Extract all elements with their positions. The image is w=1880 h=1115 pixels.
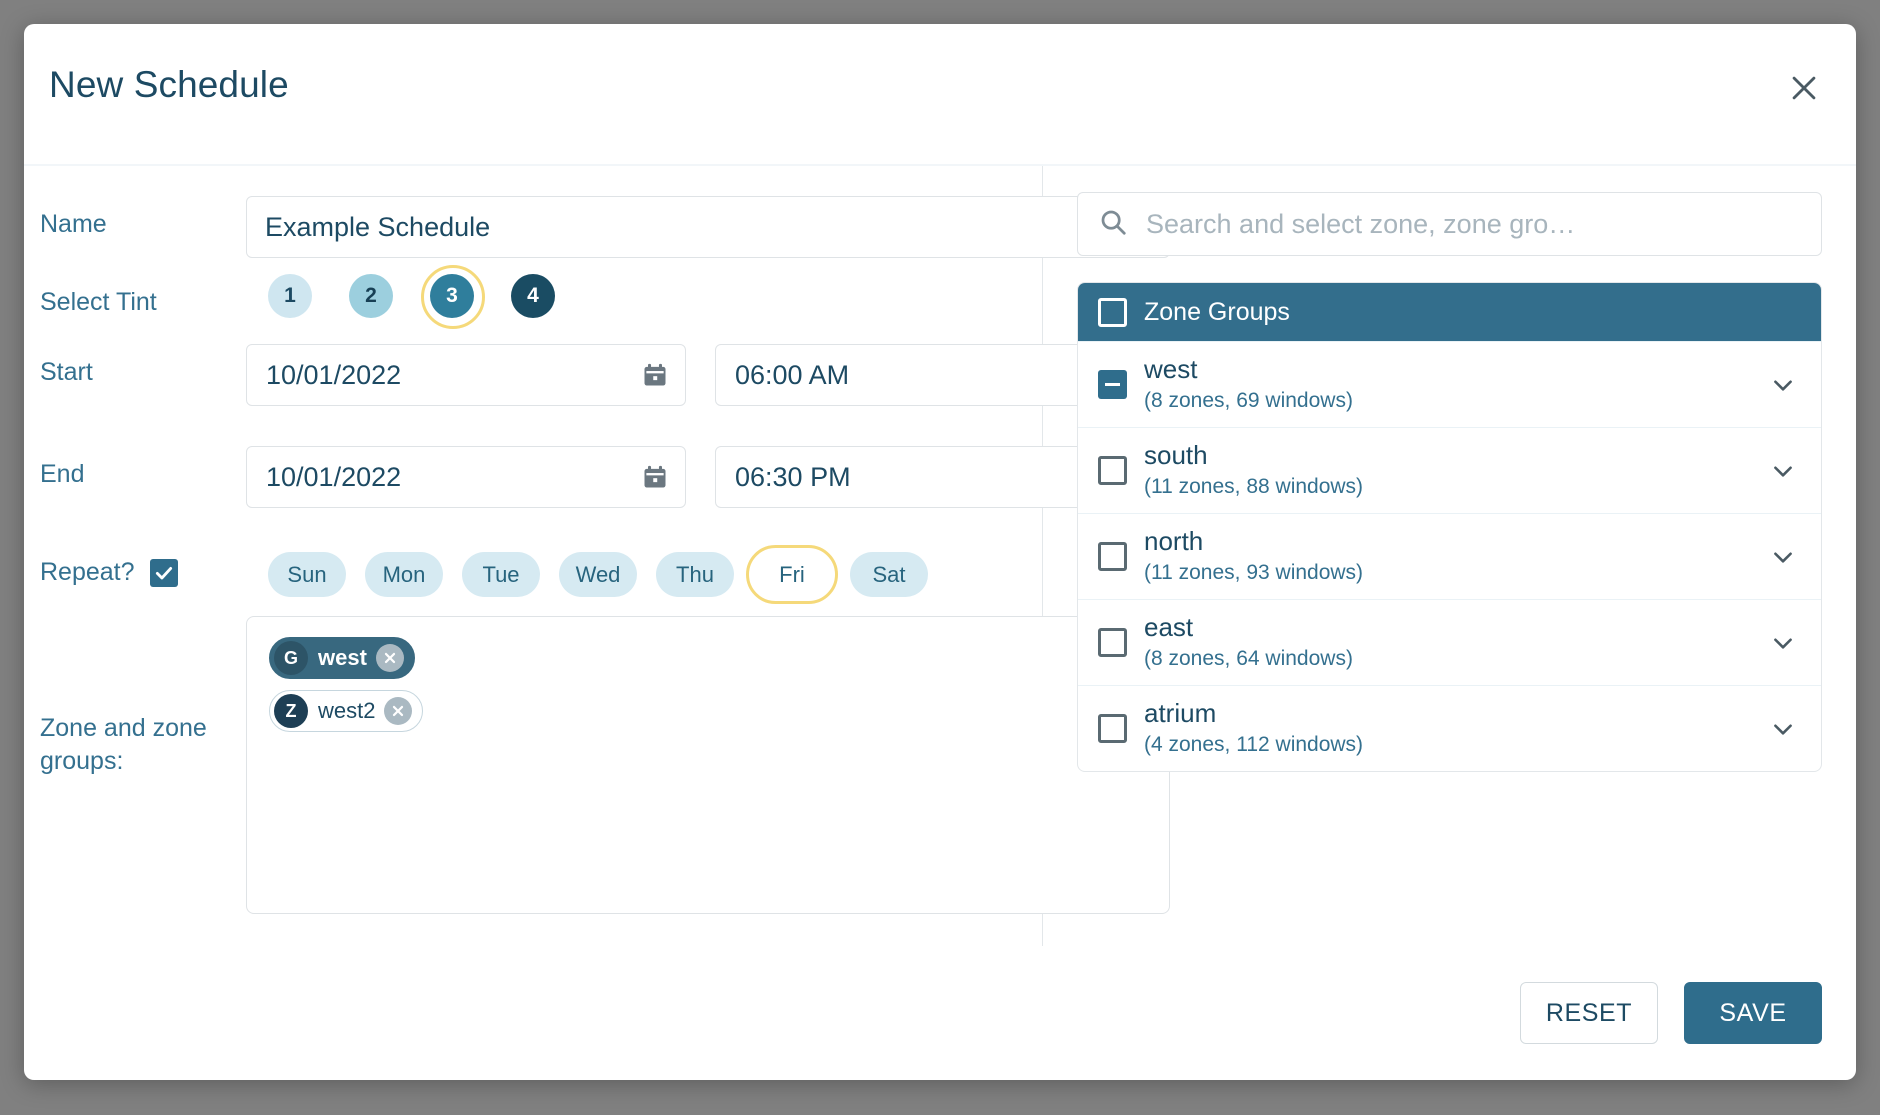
tint-options: 1 2 3 4: [246, 265, 555, 329]
calendar-icon[interactable]: [639, 359, 671, 391]
select-all-checkbox[interactable]: [1098, 297, 1127, 327]
zone-group-counts: (11 zones, 88 windows): [1144, 475, 1364, 499]
tint-option-4[interactable]: 4: [511, 274, 555, 318]
end-label: End: [40, 460, 85, 488]
chevron-down-icon[interactable]: [1765, 453, 1801, 489]
field-row-zones: Zone and zone groups: G west Z west2: [40, 616, 1170, 914]
zone-group-counts: (8 zones, 64 windows): [1144, 647, 1353, 671]
name-label: Name: [40, 210, 107, 238]
zone-group-counts: (11 zones, 93 windows): [1144, 561, 1364, 585]
day-chip-fri[interactable]: Fri: [746, 545, 838, 604]
zone-group-name: east: [1144, 612, 1194, 643]
selected-zones-box[interactable]: G west Z west2: [246, 616, 1170, 914]
zone-group-name: west: [1144, 354, 1198, 385]
calendar-icon[interactable]: [639, 461, 671, 493]
search-input[interactable]: [1128, 208, 1821, 240]
field-row-end: End 10/01/2022 06:30 PM: [40, 446, 1155, 508]
tree-row-atrium[interactable]: atrium (4 zones, 112 windows): [1078, 685, 1821, 771]
page-title: New Schedule: [49, 64, 289, 105]
tree-row-east[interactable]: east (8 zones, 64 windows): [1078, 599, 1821, 685]
chevron-down-icon[interactable]: [1765, 711, 1801, 747]
close-button[interactable]: [1780, 64, 1828, 112]
field-row-start: Start 10/01/2022 06:00 AM: [40, 344, 1155, 406]
start-label: Start: [40, 358, 93, 386]
close-icon: [1787, 71, 1821, 105]
end-date-field[interactable]: 10/01/2022: [246, 446, 686, 508]
tree-header-label: Zone Groups: [1144, 297, 1290, 326]
zone-group-counts: (8 zones, 69 windows): [1144, 389, 1353, 413]
repeat-days: Sun Mon Tue Wed Thu Fri Sat: [246, 545, 928, 604]
zones-label: Zone and zone groups:: [40, 714, 207, 775]
tree-row-north[interactable]: north (11 zones, 93 windows): [1078, 513, 1821, 599]
select-tint-label: Select Tint: [40, 288, 157, 316]
name-input[interactable]: [246, 196, 1170, 258]
tint-option-3[interactable]: 3: [421, 265, 485, 329]
zone-group-checkbox[interactable]: [1098, 714, 1127, 743]
tree-header[interactable]: Zone Groups: [1078, 283, 1821, 341]
start-time-value: 06:00 AM: [735, 359, 850, 390]
chevron-down-icon[interactable]: [1765, 625, 1801, 661]
dialog-header: New Schedule: [24, 24, 1856, 166]
tree-row-south[interactable]: south (11 zones, 88 windows): [1078, 427, 1821, 513]
end-time-value: 06:30 PM: [735, 461, 851, 492]
tree-row-west[interactable]: west (8 zones, 69 windows): [1078, 341, 1821, 427]
zone-group-checkbox[interactable]: [1098, 628, 1127, 657]
field-row-name: Name: [40, 196, 1170, 258]
chip-label: west2: [318, 698, 376, 723]
tint-option-1[interactable]: 1: [268, 274, 312, 318]
reset-button[interactable]: RESET: [1520, 982, 1658, 1044]
tint-option-2[interactable]: 2: [349, 274, 393, 318]
zone-chip-west2[interactable]: Z west2: [269, 690, 424, 732]
repeat-label-group: Repeat?: [40, 548, 246, 589]
new-schedule-dialog: New Schedule Name Select Tint: [24, 24, 1856, 1080]
end-date-value: 10/01/2022: [266, 461, 402, 492]
zone-groups-tree: Zone Groups west (8 zones, 69 windows) s…: [1077, 282, 1822, 772]
chip-avatar-zone: Z: [274, 694, 308, 728]
field-row-tint: Select Tint 1 2 3 4: [40, 265, 1026, 329]
repeat-label: Repeat?: [40, 558, 135, 586]
zone-group-checkbox[interactable]: [1098, 456, 1127, 485]
day-chip-thu[interactable]: Thu: [656, 552, 734, 597]
day-chip-mon[interactable]: Mon: [365, 552, 443, 597]
zone-group-counts: (4 zones, 112 windows): [1144, 733, 1364, 757]
day-chip-wed[interactable]: Wed: [559, 552, 637, 597]
chevron-down-icon[interactable]: [1765, 367, 1801, 403]
chevron-down-icon[interactable]: [1765, 539, 1801, 575]
zone-selection-panel: Zone Groups west (8 zones, 69 windows): [1043, 166, 1856, 946]
field-row-repeat: Repeat? Sun Mon Tue Wed Thu Fri Sat: [40, 545, 1026, 604]
dialog-body: Name Select Tint 1 2 3 4: [24, 166, 1856, 946]
search-icon: [1098, 207, 1128, 242]
zone-group-name: atrium: [1144, 698, 1217, 729]
search-box[interactable]: [1077, 192, 1822, 256]
schedule-form: Name Select Tint 1 2 3 4: [24, 166, 1170, 946]
start-date-value: 10/01/2022: [266, 359, 402, 390]
zone-group-checkbox[interactable]: [1098, 542, 1127, 571]
day-chip-sun[interactable]: Sun: [268, 552, 346, 597]
chip-avatar-group: G: [274, 641, 308, 675]
day-chip-tue[interactable]: Tue: [462, 552, 540, 597]
zone-group-name: south: [1144, 440, 1208, 471]
zone-group-name: north: [1144, 526, 1204, 557]
remove-chip-icon[interactable]: [384, 697, 413, 725]
remove-chip-icon[interactable]: [375, 644, 404, 672]
repeat-checkbox[interactable]: [149, 558, 178, 587]
dialog-footer: RESET SAVE: [24, 946, 1856, 1080]
zone-group-checkbox[interactable]: [1098, 370, 1127, 399]
start-date-field[interactable]: 10/01/2022: [246, 344, 686, 406]
chip-label: west: [318, 645, 367, 670]
save-button[interactable]: SAVE: [1684, 982, 1822, 1044]
day-chip-sat[interactable]: Sat: [850, 552, 928, 597]
zone-chip-west[interactable]: G west: [269, 637, 415, 679]
